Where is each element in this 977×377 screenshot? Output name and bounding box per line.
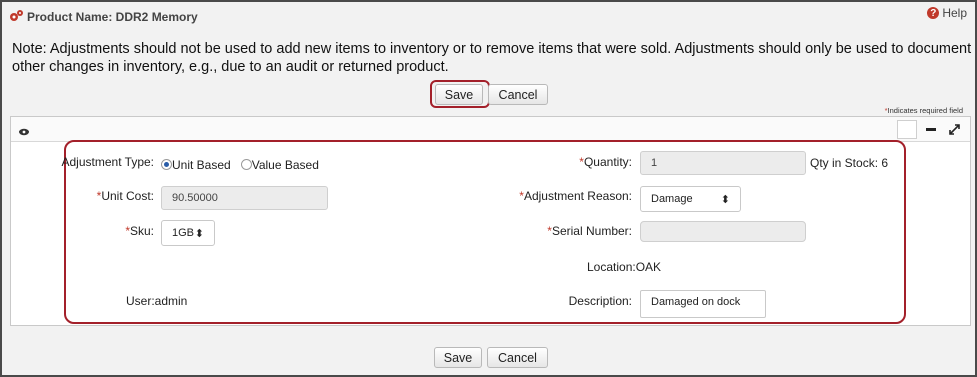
radio-value-based[interactable]: Value Based [240, 158, 319, 172]
sku-select[interactable]: 1GB ⬍ [161, 220, 215, 246]
qty-in-stock: Qty in Stock: 6 [810, 156, 889, 170]
square-icon[interactable] [897, 120, 917, 139]
save-button-top[interactable]: Save [435, 84, 483, 105]
updown-icon: ⬍ [720, 193, 730, 206]
help-icon: ? [927, 7, 940, 19]
minus-icon[interactable] [921, 120, 941, 139]
location-text: Location:OAK [587, 260, 662, 274]
required-note: *Indicates required field [884, 106, 963, 115]
quantity-field[interactable]: 1 [640, 151, 806, 175]
adjustment-reason-select[interactable]: Damage ⬍ [640, 186, 741, 212]
unit-cost-label: *Unit Cost: [96, 189, 154, 203]
expand-icon[interactable] [944, 120, 964, 139]
adjustment-note: Note: Adjustments should not be used to … [12, 41, 972, 75]
user-text: User:admin [126, 294, 188, 308]
cancel-button-bottom[interactable]: Cancel [487, 347, 548, 368]
panel-toolbar [11, 117, 970, 142]
product-title: Product Name: DDR2 Memory [27, 10, 198, 24]
quantity-label: *Quantity: [579, 155, 632, 169]
description-label: Description: [568, 294, 632, 308]
eye-icon[interactable] [18, 124, 30, 142]
radio-unit-based[interactable]: Unit Based [161, 158, 231, 172]
serial-number-field[interactable] [640, 221, 806, 242]
updown-icon: ⬍ [194, 227, 204, 240]
description-textarea[interactable]: Damaged on dock [640, 290, 766, 318]
help-label: Help [942, 6, 967, 20]
unit-cost-field[interactable]: 90.50000 [161, 186, 328, 210]
serial-number-label: *Serial Number: [547, 224, 632, 238]
cancel-button-top[interactable]: Cancel [488, 84, 548, 105]
adjustment-type-radios: Unit Based Value Based [161, 158, 319, 172]
adjustment-type-label: Adjustment Type: [61, 155, 155, 169]
window-frame: Product Name: DDR2 Memory ? Help Note: A… [0, 0, 977, 377]
product-header: Product Name: DDR2 Memory [8, 8, 198, 26]
help-link[interactable]: ? Help [927, 6, 967, 20]
save-button-bottom[interactable]: Save [434, 347, 482, 368]
gears-icon [8, 9, 24, 26]
adjustment-reason-label: *Adjustment Reason: [519, 189, 632, 203]
sku-label: *Sku: [125, 224, 154, 238]
